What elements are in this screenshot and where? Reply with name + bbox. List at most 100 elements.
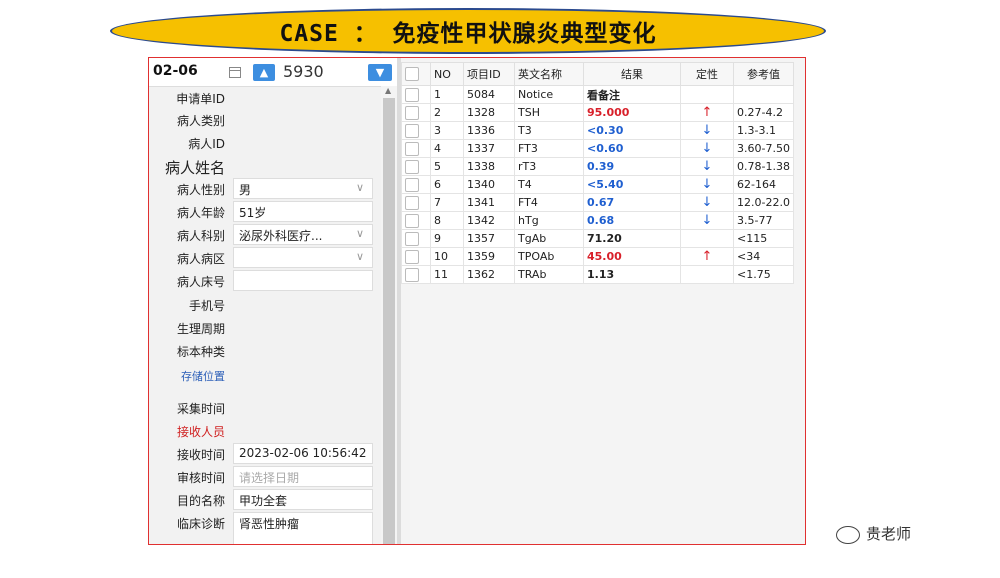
cell-item-id: 1338 <box>463 157 515 176</box>
cell-qualitative: ↓ <box>680 139 734 158</box>
receive-time-field[interactable]: 2023-02-06 10:56:42 <box>233 443 373 464</box>
scroll-up-icon[interactable]: ▲ <box>385 86 391 95</box>
chevron-down-icon: ∨ <box>355 227 364 240</box>
table-row[interactable]: 8 1342 hTg 0.68 ↓ 3.5-77 <box>401 211 794 230</box>
cell-qualitative: ↓ <box>680 175 734 194</box>
sex-select[interactable]: 男 ∨ <box>233 178 373 199</box>
row-checkbox-cell[interactable] <box>401 247 431 266</box>
results-body: 1 5084 Notice 看备注 2 1328 TSH 95.000 ↑ 0.27-4.2 3 13… <box>401 85 794 284</box>
field-label: 采集时间 <box>176 402 225 416</box>
cell-item-id: 1342 <box>463 211 515 230</box>
row-checkbox-cell[interactable] <box>401 103 431 122</box>
row-checkbox-cell[interactable] <box>401 85 431 104</box>
sample-number-input[interactable]: 5930 <box>283 62 324 81</box>
previous-sample-button[interactable]: ▲ <box>253 64 275 81</box>
row-checkbox-cell[interactable] <box>401 193 431 212</box>
sample-toolbar: 02-06 ▲ 5930 <box>149 58 381 87</box>
cell-no: 2 <box>430 103 464 122</box>
table-row[interactable]: 2 1328 TSH 95.000 ↑ 0.27-4.2 <box>401 103 794 122</box>
table-row[interactable]: 5 1338 rT3 0.39 ↓ 0.78-1.38 <box>401 157 794 176</box>
cell-english-name: T3 <box>514 121 584 140</box>
row-checkbox[interactable] <box>405 141 419 156</box>
row-checkbox[interactable] <box>405 231 419 246</box>
row-checkbox[interactable] <box>405 123 419 138</box>
cell-english-name: T4 <box>514 175 584 194</box>
purpose-field[interactable]: 甲功全套 <box>233 489 373 510</box>
field-review-time: 审核时间 请选择日期 <box>149 466 381 488</box>
table-row[interactable]: 9 1357 TgAb 71.20 <115 <box>401 229 794 248</box>
age-field[interactable]: 51岁 <box>233 201 373 222</box>
row-checkbox[interactable] <box>405 249 419 264</box>
field-label: 病人年龄 <box>176 206 225 220</box>
cell-result: <0.30 <box>583 121 681 140</box>
select-all-header[interactable] <box>401 62 431 86</box>
table-row[interactable]: 6 1340 T4 <5.40 ↓ 62-164 <box>401 175 794 194</box>
field-label: 接收时间 <box>176 448 225 462</box>
row-checkbox-cell[interactable] <box>401 211 431 230</box>
cell-reference: 1.3-3.1 <box>733 121 794 140</box>
row-checkbox[interactable] <box>405 213 419 228</box>
row-checkbox-cell[interactable] <box>401 121 431 140</box>
field-label: 病人科别 <box>176 229 225 243</box>
cell-result: 1.13 <box>583 265 681 284</box>
lis-window: 02-06 ▲ 5930 申请单ID 病人类别 病人ID 病人姓名 病人性别 男… <box>148 57 806 545</box>
cell-result: 看备注 <box>583 85 681 104</box>
row-checkbox[interactable] <box>405 267 419 282</box>
cell-item-id: 1336 <box>463 121 515 140</box>
table-row[interactable]: 11 1362 TRAb 1.13 <1.75 <box>401 265 794 284</box>
ward-select[interactable]: ∨ <box>233 247 373 268</box>
diagnosis-textarea[interactable]: 肾恶性肿瘤 <box>233 512 373 544</box>
col-header-result[interactable]: 结果 <box>583 62 681 86</box>
row-checkbox[interactable] <box>405 195 419 210</box>
cell-result: 45.00 <box>583 247 681 266</box>
select-all-checkbox[interactable] <box>405 67 419 81</box>
cell-no: 7 <box>430 193 464 212</box>
row-checkbox[interactable] <box>405 105 419 120</box>
cell-english-name: rT3 <box>514 157 584 176</box>
col-header-reference[interactable]: 参考值 <box>733 62 794 86</box>
field-diagnosis: 临床诊断 肾恶性肿瘤 <box>149 512 381 544</box>
row-checkbox-cell[interactable] <box>401 265 431 284</box>
col-header-qualitative[interactable]: 定性 <box>680 62 734 86</box>
field-label: 标本种类 <box>176 345 225 359</box>
field-storage: 存储位置 <box>149 365 381 387</box>
department-select[interactable]: 泌尿外科医疗... ∨ <box>233 224 373 245</box>
row-checkbox-cell[interactable] <box>401 157 431 176</box>
field-specimen: 标本种类 <box>149 340 381 362</box>
table-row[interactable]: 7 1341 FT4 0.67 ↓ 12.0-22.0 <box>401 193 794 212</box>
calendar-icon[interactable] <box>229 67 241 78</box>
table-row[interactable]: 1 5084 Notice 看备注 <box>401 85 794 104</box>
field-cycle: 生理周期 <box>149 317 381 339</box>
table-row[interactable]: 3 1336 T3 <0.30 ↓ 1.3-3.1 <box>401 121 794 140</box>
cell-english-name: TgAb <box>514 229 584 248</box>
cell-qualitative: ↓ <box>680 193 734 212</box>
review-time-field[interactable]: 请选择日期 <box>233 466 373 487</box>
field-label: 病人类别 <box>176 114 225 128</box>
field-label: 病人床号 <box>176 275 225 289</box>
left-scrollbar[interactable]: ▲ <box>381 86 397 544</box>
field-phone: 手机号 <box>149 294 381 316</box>
field-label[interactable]: 存储位置 <box>181 368 225 384</box>
cell-item-id: 1357 <box>463 229 515 248</box>
cell-reference: <34 <box>733 247 794 266</box>
cell-no: 10 <box>430 247 464 266</box>
row-checkbox-cell[interactable] <box>401 175 431 194</box>
row-checkbox[interactable] <box>405 159 419 174</box>
row-checkbox[interactable] <box>405 177 419 192</box>
col-header-item-id[interactable]: 项目ID <box>463 62 515 86</box>
table-row[interactable]: 4 1337 FT3 <0.60 ↓ 3.60-7.50 <box>401 139 794 158</box>
next-sample-button[interactable]: ▼ <box>368 64 392 81</box>
table-row[interactable]: 10 1359 TPOAb 45.00 ↑ <34 <box>401 247 794 266</box>
row-checkbox[interactable] <box>405 87 419 102</box>
col-header-no[interactable]: NO <box>430 62 464 86</box>
field-patient-type: 病人类别 <box>149 109 381 131</box>
row-checkbox-cell[interactable] <box>401 229 431 248</box>
sample-date[interactable]: 02-06 <box>153 63 198 79</box>
cell-result: <5.40 <box>583 175 681 194</box>
bed-field[interactable] <box>233 270 373 291</box>
row-checkbox-cell[interactable] <box>401 139 431 158</box>
col-header-english-name[interactable]: 英文名称 <box>514 62 584 86</box>
scrollbar-thumb[interactable] <box>383 98 395 544</box>
cell-item-id: 1359 <box>463 247 515 266</box>
cell-reference: 3.60-7.50 <box>733 139 794 158</box>
